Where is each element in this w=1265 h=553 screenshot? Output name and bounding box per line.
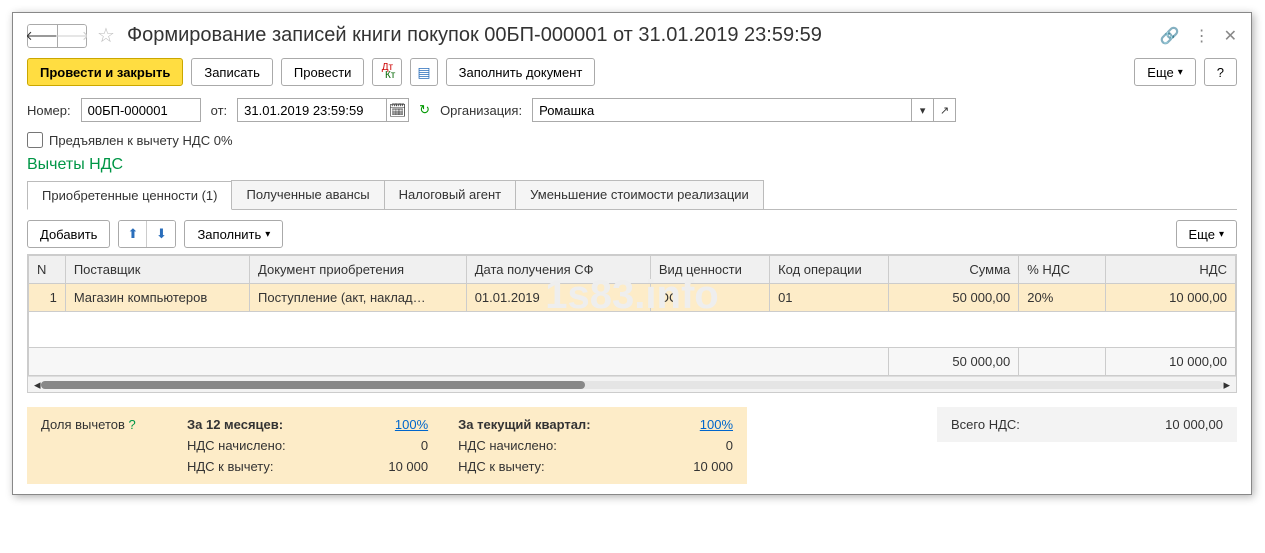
deduction-summary: Доля вычетов ? За 12 месяцев: 100% За те… <box>27 407 747 484</box>
cell-sum: 50 000,00 <box>889 284 1019 312</box>
vat-deduct-label-q: НДС к вычету: <box>458 459 612 474</box>
cell-vat: 10 000,00 <box>1105 284 1235 312</box>
close-icon[interactable]: ✕ <box>1224 26 1237 46</box>
vat0-checkbox-label: Предъявлен к вычету НДС 0% <box>49 133 233 148</box>
totals-row: 50 000,00 10 000,00 <box>29 348 1236 376</box>
col-sum[interactable]: Сумма <box>889 256 1019 284</box>
col-vat[interactable]: НДС <box>1105 256 1235 284</box>
tab-tax-agent[interactable]: Налоговый агент <box>384 180 516 209</box>
fill-table-button[interactable]: Заполнить <box>184 220 283 248</box>
total-vat-label: Всего НДС: <box>951 417 1020 432</box>
horizontal-scrollbar[interactable]: ◂ ▸ <box>28 376 1236 392</box>
refresh-icon[interactable]: ↻ <box>419 102 430 118</box>
cell-n: 1 <box>29 284 66 312</box>
forward-button[interactable]: 🡒 <box>57 24 87 48</box>
favorite-star-icon[interactable]: ☆ <box>97 23 115 48</box>
date-input[interactable] <box>237 98 387 122</box>
tab-acquired-values[interactable]: Приобретенные ценности (1) <box>27 181 232 210</box>
table-more-button[interactable]: Еще <box>1176 220 1237 248</box>
move-down-button[interactable]: ⬇ <box>147 221 175 247</box>
vat-accrued-q: 0 <box>642 438 733 453</box>
tab-received-advances[interactable]: Полученные авансы <box>231 180 384 209</box>
vat0-checkbox[interactable] <box>27 132 43 148</box>
vat-accrued-label-12: НДС начислено: <box>187 438 307 453</box>
window-title: Формирование записей книги покупок 00БП-… <box>127 24 1154 47</box>
add-row-button[interactable]: Добавить <box>27 220 110 248</box>
help-button[interactable]: ? <box>1204 58 1237 86</box>
grid: N Поставщик Документ приобретения Дата п… <box>27 254 1237 393</box>
kebab-menu-icon[interactable]: ⋮ <box>1194 26 1210 46</box>
scroll-left-icon[interactable]: ◂ <box>34 377 41 393</box>
calendar-icon[interactable]: 🗓 <box>387 98 409 122</box>
total-vat-value: 10 000,00 <box>1165 417 1223 432</box>
date-from-label: от: <box>211 103 228 118</box>
total-sum: 50 000,00 <box>889 348 1019 376</box>
cell-doc: Поступление (акт, наклад… <box>250 284 467 312</box>
scroll-right-icon[interactable]: ▸ <box>1223 377 1230 393</box>
cell-valuetype: ОС <box>650 284 769 312</box>
table-row[interactable]: 1 Магазин компьютеров Поступление (акт, … <box>29 284 1236 312</box>
vat-deduct-12: 10 000 <box>337 459 428 474</box>
fill-document-button[interactable]: Заполнить документ <box>446 58 596 86</box>
col-n[interactable]: N <box>29 256 66 284</box>
cell-opcode: 01 <box>770 284 889 312</box>
col-doc[interactable]: Документ приобретения <box>250 256 467 284</box>
tab-decrease-cost[interactable]: Уменьшение стоимости реализации <box>515 180 764 209</box>
titlebar: 🡐 🡒 ☆ Формирование записей книги покупок… <box>27 23 1237 48</box>
main-toolbar: Провести и закрыть Записать Провести Дт … <box>27 58 1237 86</box>
post-button[interactable]: Провести <box>281 58 365 86</box>
help-question-icon[interactable]: ? <box>129 417 136 432</box>
col-supplier[interactable]: Поставщик <box>65 256 249 284</box>
total-vat: 10 000,00 <box>1105 348 1235 376</box>
post-and-close-button[interactable]: Провести и закрыть <box>27 58 183 86</box>
vat-deduct-q: 10 000 <box>642 459 733 474</box>
back-button[interactable]: 🡐 <box>27 24 57 48</box>
vat-deduct-label-12: НДС к вычету: <box>187 459 307 474</box>
col-valuetype[interactable]: Вид ценности <box>650 256 769 284</box>
save-button[interactable]: Записать <box>191 58 273 86</box>
empty-row <box>29 312 1236 348</box>
quarter-label: За текущий квартал: <box>458 417 612 432</box>
number-input[interactable] <box>81 98 201 122</box>
col-opcode[interactable]: Код операции <box>770 256 889 284</box>
number-label: Номер: <box>27 103 71 118</box>
share-label: Доля вычетов <box>41 417 125 432</box>
col-sfdate[interactable]: Дата получения СФ <box>466 256 650 284</box>
scrollbar-thumb[interactable] <box>41 381 585 389</box>
more-button[interactable]: Еще <box>1134 58 1195 86</box>
section-title: Вычеты НДС <box>27 156 1237 174</box>
total-vat-box: Всего НДС: 10 000,00 <box>937 407 1237 442</box>
period12-pct-link[interactable]: 100% <box>395 417 428 432</box>
col-vatpct[interactable]: % НДС <box>1019 256 1106 284</box>
org-input[interactable] <box>532 98 912 122</box>
quarter-pct-link[interactable]: 100% <box>700 417 733 432</box>
org-label: Организация: <box>440 103 522 118</box>
tabs: Приобретенные ценности (1) Полученные ав… <box>27 180 1237 210</box>
org-dropdown-icon[interactable]: ▾ <box>912 98 934 122</box>
link-icon[interactable]: 🔗 <box>1160 26 1180 46</box>
period12-label: За 12 месяцев: <box>187 417 307 432</box>
cell-vatpct: 20% <box>1019 284 1106 312</box>
org-open-icon[interactable]: ↗ <box>934 98 956 122</box>
structure-button[interactable]: ▤ <box>410 58 437 86</box>
dt-kt-button[interactable]: Дт Кт <box>372 58 402 86</box>
vat-accrued-12: 0 <box>337 438 428 453</box>
cell-supplier: Магазин компьютеров <box>65 284 249 312</box>
cell-sfdate: 01.01.2019 <box>466 284 650 312</box>
move-up-button[interactable]: ⬆ <box>119 221 147 247</box>
vat-accrued-label-q: НДС начислено: <box>458 438 612 453</box>
vat0-checkbox-row: Предъявлен к вычету НДС 0% <box>27 132 1237 148</box>
table-toolbar: Добавить ⬆ ⬇ Заполнить Еще <box>27 220 1237 248</box>
form-row-main: Номер: от: 🗓 ↻ Организация: ▾ ↗ <box>27 98 1237 122</box>
grid-header-row: N Поставщик Документ приобретения Дата п… <box>29 256 1236 284</box>
